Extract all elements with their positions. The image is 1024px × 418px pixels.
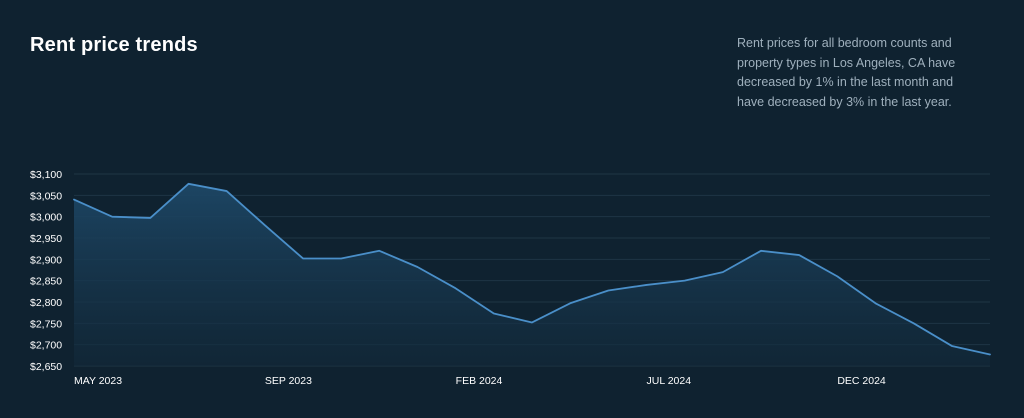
y-tick-label: $2,900 [30,254,62,266]
y-tick-label: $3,050 [30,190,62,202]
area-fill [74,183,990,366]
x-tick-label: JUL 2024 [647,375,692,387]
y-tick-label: $2,850 [30,276,62,288]
rent-price-chart: $2,650 $2,700 $2,750 $2,800 $2,850 $2,900 $2,9… [30,169,991,387]
x-tick-label: DEC 2024 [837,375,886,387]
x-tick-label: SEP 2023 [265,375,312,387]
y-tick-label: $3,000 [30,212,62,224]
y-tick-label: $2,700 [30,340,62,352]
y-tick-label: $2,650 [30,361,62,373]
x-tick-label: MAY 2023 [74,375,122,387]
y-tick-label: $3,100 [30,169,62,181]
x-tick-label: FEB 2024 [456,375,503,387]
y-tick-label: $2,800 [30,297,62,309]
y-tick-label: $2,950 [30,233,62,245]
y-tick-label: $2,750 [30,318,62,330]
